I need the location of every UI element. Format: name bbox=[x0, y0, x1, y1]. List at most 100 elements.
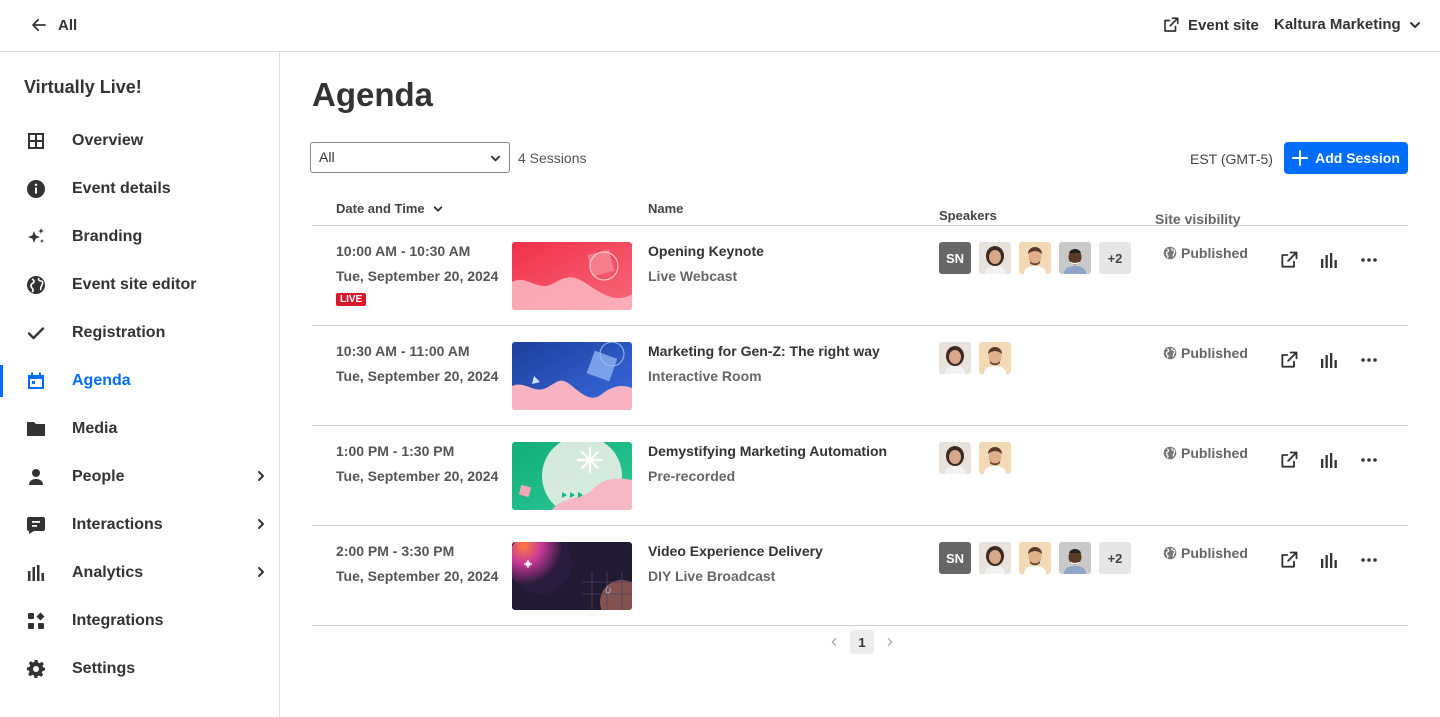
globe-icon bbox=[1163, 546, 1177, 560]
session-date: Tue, September 20, 2024 bbox=[336, 568, 499, 584]
sidebar-item-registration[interactable]: Registration bbox=[0, 309, 279, 357]
sidebar: Virtually Live! Overview Event details B… bbox=[0, 52, 280, 717]
gear-icon bbox=[24, 657, 48, 681]
sidebar-item-overview[interactable]: Overview bbox=[0, 117, 279, 165]
event-name: Virtually Live! bbox=[24, 77, 142, 97]
speaker-avatar[interactable] bbox=[939, 342, 971, 374]
folder-icon bbox=[24, 417, 48, 441]
page-number-button[interactable]: 1 bbox=[850, 630, 874, 654]
grid-icon bbox=[24, 129, 48, 153]
more-options-icon[interactable] bbox=[1359, 450, 1379, 470]
table-row[interactable]: 10:00 AM - 10:30 AM Tue, September 20, 2… bbox=[312, 226, 1408, 326]
add-session-label: Add Session bbox=[1315, 150, 1400, 166]
plus-icon bbox=[1292, 150, 1309, 166]
session-time: 10:00 AM - 10:30 AM bbox=[336, 243, 471, 259]
speaker-avatar-initials[interactable]: SN bbox=[939, 242, 971, 274]
filter-value: All bbox=[319, 149, 335, 165]
chevron-right-icon bbox=[258, 471, 264, 481]
speaker-avatar[interactable] bbox=[1019, 542, 1051, 574]
chevron-right-icon bbox=[258, 519, 264, 529]
chevron-down-icon bbox=[490, 155, 501, 162]
speaker-avatar[interactable] bbox=[979, 442, 1011, 474]
arrow-left-icon bbox=[32, 18, 46, 32]
sidebar-item-analytics[interactable]: Analytics bbox=[0, 549, 279, 597]
analytics-icon[interactable] bbox=[1319, 350, 1339, 370]
sidebar-item-integrations[interactable]: Integrations bbox=[0, 597, 279, 645]
session-thumbnail[interactable] bbox=[512, 242, 632, 310]
open-session-icon[interactable] bbox=[1279, 450, 1299, 470]
account-dropdown[interactable]: Kaltura Marketing bbox=[1274, 16, 1421, 33]
speaker-avatar[interactable] bbox=[979, 542, 1011, 574]
speaker-avatar[interactable] bbox=[1059, 242, 1091, 274]
more-speakers-badge[interactable]: +2 bbox=[1099, 242, 1131, 274]
sidebar-item-settings[interactable]: Settings bbox=[0, 645, 279, 693]
chevron-left-icon[interactable] bbox=[826, 634, 842, 650]
speakers-list: SN +2 bbox=[939, 542, 1131, 574]
session-thumbnail[interactable] bbox=[512, 342, 632, 410]
table-row[interactable]: 1:00 PM - 1:30 PM Tue, September 20, 202… bbox=[312, 426, 1408, 526]
add-session-button[interactable]: Add Session bbox=[1284, 142, 1408, 174]
sidebar-item-media[interactable]: Media bbox=[0, 405, 279, 453]
speakers-list bbox=[939, 342, 1011, 374]
session-date: Tue, September 20, 2024 bbox=[336, 368, 499, 384]
integrations-icon bbox=[24, 609, 48, 633]
column-header-date[interactable]: Date and Time bbox=[336, 201, 443, 216]
globe-icon bbox=[1163, 446, 1177, 460]
sidebar-item-label: Analytics bbox=[72, 564, 144, 581]
speaker-avatar[interactable] bbox=[1059, 542, 1091, 574]
event-site-link[interactable]: Event site bbox=[1162, 16, 1259, 34]
speaker-avatar[interactable] bbox=[939, 442, 971, 474]
session-name[interactable]: Marketing for Gen-Z: The right way bbox=[648, 343, 880, 359]
session-count: 4 Sessions bbox=[518, 150, 587, 166]
live-badge: LIVE bbox=[336, 293, 367, 306]
more-options-icon[interactable] bbox=[1359, 250, 1379, 270]
analytics-icon[interactable] bbox=[1319, 250, 1339, 270]
sidebar-item-label: Integrations bbox=[72, 612, 164, 629]
column-header-name: Name bbox=[648, 201, 684, 216]
open-session-icon[interactable] bbox=[1279, 350, 1299, 370]
sidebar-item-interactions[interactable]: Interactions bbox=[0, 501, 279, 549]
table-row[interactable]: 2:00 PM - 3:30 PM Tue, September 20, 202… bbox=[312, 526, 1408, 626]
session-filter-select[interactable]: All bbox=[310, 142, 510, 173]
session-name[interactable]: Video Experience Delivery bbox=[648, 543, 823, 559]
speaker-avatar[interactable] bbox=[979, 342, 1011, 374]
person-icon bbox=[24, 465, 48, 489]
session-thumbnail[interactable] bbox=[512, 442, 632, 510]
sort-chevron-down-icon bbox=[433, 205, 442, 212]
sidebar-item-agenda[interactable]: Agenda bbox=[0, 357, 279, 405]
sidebar-item-event-site-editor[interactable]: Event site editor bbox=[0, 261, 279, 309]
sidebar-item-label: Branding bbox=[72, 228, 143, 245]
speaker-avatar[interactable] bbox=[979, 242, 1011, 274]
analytics-icon[interactable] bbox=[1319, 450, 1339, 470]
table-row[interactable]: 10:30 AM - 11:00 AM Tue, September 20, 2… bbox=[312, 326, 1408, 426]
open-session-icon[interactable] bbox=[1279, 250, 1299, 270]
session-name[interactable]: Opening Keynote bbox=[648, 243, 764, 259]
globe-icon bbox=[24, 273, 48, 297]
back-to-all-link[interactable]: All bbox=[30, 16, 77, 34]
visibility-status: Published bbox=[1163, 345, 1248, 361]
session-thumbnail[interactable] bbox=[512, 542, 632, 610]
sidebar-item-branding[interactable]: Branding bbox=[0, 213, 279, 261]
speaker-avatar[interactable] bbox=[1019, 242, 1051, 274]
analytics-icon[interactable] bbox=[1319, 550, 1339, 570]
session-date: Tue, September 20, 2024 bbox=[336, 268, 499, 284]
visibility-status: Published bbox=[1163, 245, 1248, 261]
chevron-down-icon bbox=[1409, 21, 1420, 28]
more-options-icon[interactable] bbox=[1359, 350, 1379, 370]
chevron-right-icon[interactable] bbox=[882, 634, 898, 650]
open-session-icon[interactable] bbox=[1279, 550, 1299, 570]
speaker-avatar-initials[interactable]: SN bbox=[939, 542, 971, 574]
top-bar: All Event site Kaltura Marketing bbox=[0, 0, 1440, 52]
session-type: Live Webcast bbox=[648, 268, 738, 284]
timezone-label: EST (GMT-5) bbox=[1190, 151, 1273, 167]
visibility-label: Published bbox=[1181, 245, 1248, 261]
sidebar-item-people[interactable]: People bbox=[0, 453, 279, 501]
session-name[interactable]: Demystifying Marketing Automation bbox=[648, 443, 887, 459]
column-header-label: Date and Time bbox=[336, 201, 425, 216]
more-speakers-badge[interactable]: +2 bbox=[1099, 542, 1131, 574]
visibility-status: Published bbox=[1163, 545, 1248, 561]
sidebar-item-event-details[interactable]: Event details bbox=[0, 165, 279, 213]
sidebar-item-label: Interactions bbox=[72, 516, 163, 533]
more-options-icon[interactable] bbox=[1359, 550, 1379, 570]
sidebar-nav: Overview Event details Branding Event si… bbox=[0, 117, 279, 693]
